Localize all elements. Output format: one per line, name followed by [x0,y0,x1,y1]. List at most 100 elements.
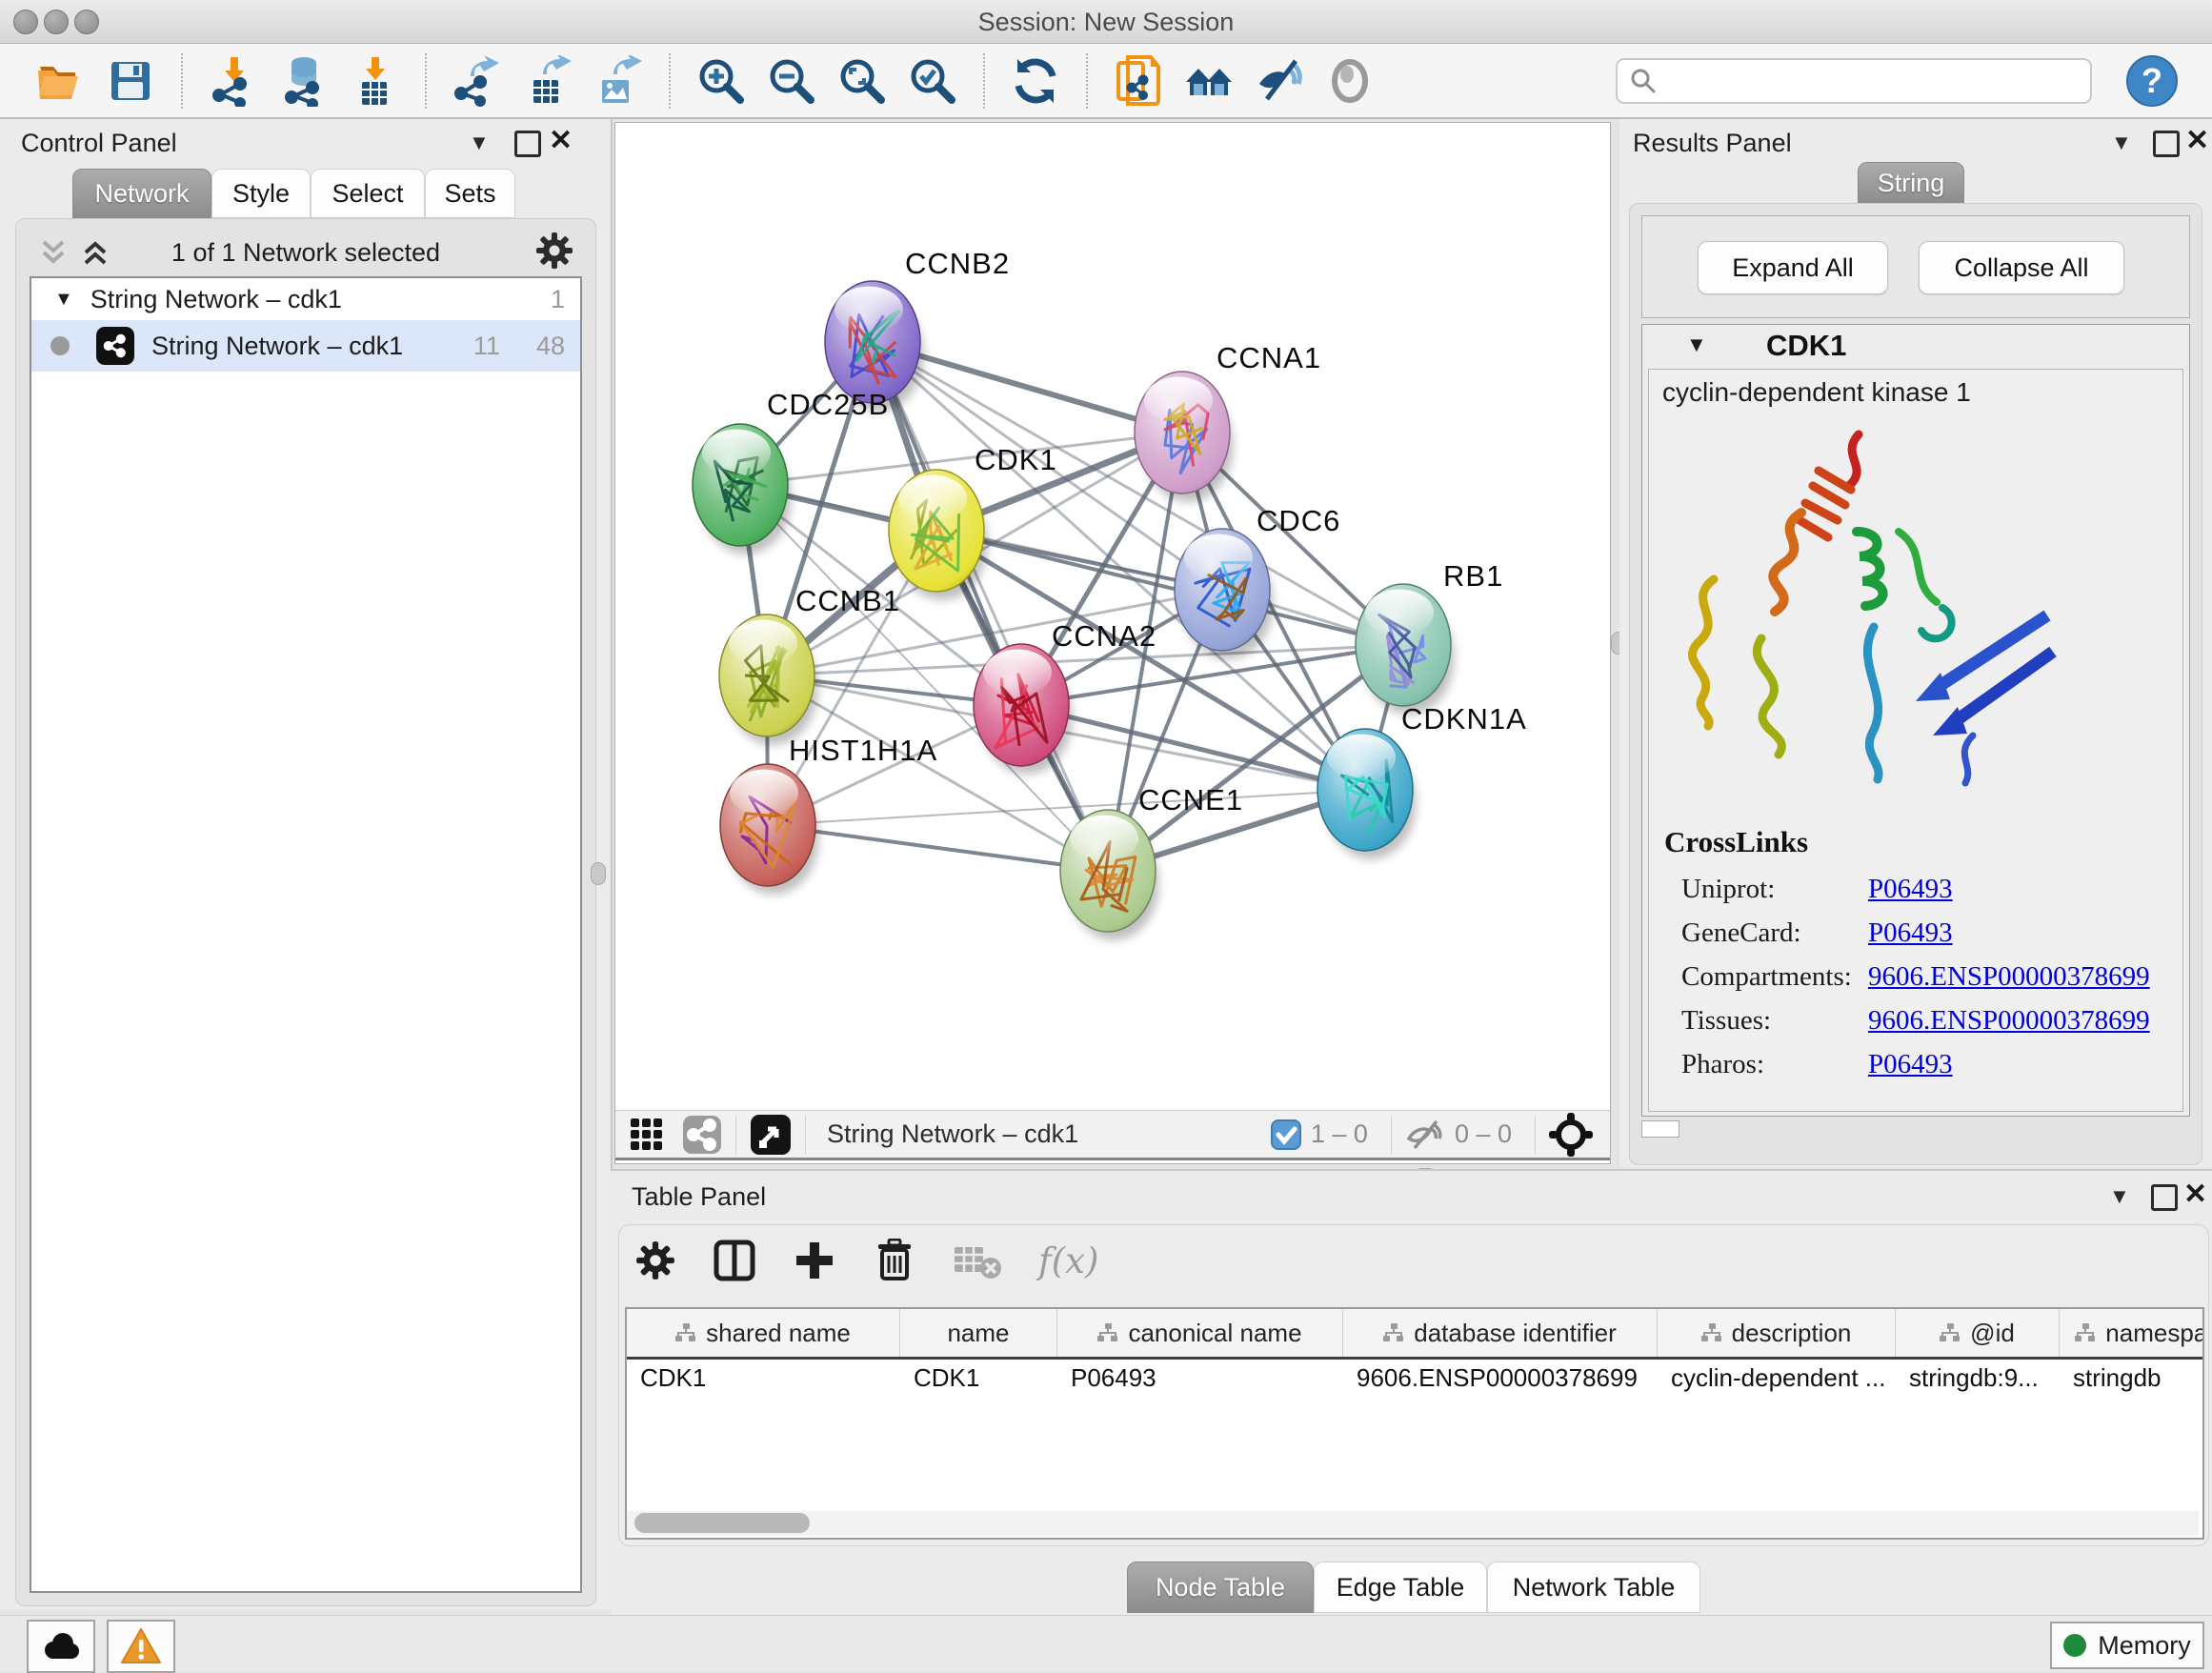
first-neighbors-icon[interactable] [1182,54,1236,108]
table-horizontal-scrollbar[interactable] [627,1511,2199,1536]
toolbar-separator [669,53,671,109]
node-CCNB1[interactable]: CCNB1 [719,584,900,745]
network-options-gear-icon[interactable] [534,231,574,271]
node-RB1[interactable]: RB1 [1356,559,1503,715]
delete-column-icon[interactable] [873,1239,916,1282]
table-panel-close-icon[interactable]: ✕ [2183,1184,2207,1205]
export-table-icon[interactable] [521,54,574,108]
entry-collapse-icon[interactable]: ▼ [1686,333,1707,357]
memory-button[interactable]: Memory [2050,1622,2204,1669]
crosslink-link[interactable]: 9606.ENSP00000378699 [1868,1005,2150,1037]
table-panel-float-icon[interactable] [2151,1184,2178,1211]
crosslink-link[interactable]: P06493 [1868,917,1953,949]
results-panel-close-icon[interactable]: ✕ [2185,131,2209,151]
edge-CDK1-RB1[interactable] [936,531,1403,645]
network-graph[interactable]: CCNB2CCNA1CDC25BCDK1CDC6RB1CCNB1CCNA2CDK… [615,123,1610,1109]
zoom-in-icon[interactable] [694,54,748,108]
network-canvas[interactable]: CCNB2CCNA1CDC25BCDK1CDC6RB1CCNB1CCNA2CDK… [614,122,1611,1164]
selected-checkbox-icon[interactable] [1271,1119,1301,1150]
edge-CCNB2-CCNE1[interactable] [873,342,1108,871]
control-panel-float-icon[interactable] [514,131,541,157]
control-panel-menu-icon[interactable]: ▼ [469,131,490,155]
crosslink-link[interactable]: 9606.ENSP00000378699 [1868,961,2150,993]
tree-expand-icon[interactable]: ▼ [54,289,73,311]
show-hide-graphics-details-icon[interactable] [1253,54,1306,108]
import-table-from-file-icon[interactable] [348,54,401,108]
edge-HIST1H1A-CCNE1[interactable] [768,825,1108,871]
column-header-shared-name[interactable]: shared name [627,1309,900,1357]
zoom-out-icon[interactable] [765,54,818,108]
crosslink-label: Compartments: [1662,961,1868,993]
tab-select[interactable]: Select [311,169,425,218]
network-share-view-icon[interactable] [682,1115,722,1155]
results-buttons-frame: Expand All Collapse All [1641,215,2190,318]
table-panel-menu-icon[interactable]: ▼ [2109,1184,2130,1209]
results-panel-float-icon[interactable] [2153,131,2180,157]
network-tree-root-row[interactable]: ▼ String Network – cdk1 1 [31,278,580,320]
network-collection-count: 1 [551,285,565,314]
results-scrollbar-corner[interactable] [1641,1120,1679,1138]
left-splitter-handle[interactable] [591,862,606,885]
column-header-database-identifier[interactable]: database identifier [1343,1309,1658,1357]
cell-canonical-name: P06493 [1057,1360,1343,1400]
network-type-icon [96,327,134,365]
level-of-detail-icon[interactable] [1323,54,1377,108]
tab-network[interactable]: Network [72,169,211,218]
network-tree-child-row[interactable]: String Network – cdk1 11 48 [31,320,580,372]
toolbar-separator [181,53,183,109]
zoom-selected-icon[interactable] [906,54,959,108]
function-builder-icon[interactable]: f(x) [1038,1240,1098,1281]
birds-eye-view-icon[interactable] [750,1114,792,1156]
table-panel: Table Panel ▼ ✕ f(x) shared namenamecano… [611,1169,2212,1617]
new-network-from-selection-icon[interactable] [1112,54,1165,108]
table-row[interactable]: CDK1CDK1P064939606.ENSP00000378699cyclin… [627,1360,2202,1400]
help-icon[interactable]: ? [2125,54,2179,108]
svg-text:?: ? [2142,61,2162,100]
save-session-icon[interactable] [104,54,157,108]
tab-style[interactable]: Style [211,169,311,218]
add-column-icon[interactable] [793,1239,836,1282]
toolbar-separator [983,53,985,109]
results-panel-menu-icon[interactable]: ▼ [2111,131,2132,155]
control-panel-close-icon[interactable]: ✕ [549,131,573,151]
export-network-icon[interactable] [451,54,504,108]
export-image-icon[interactable] [592,54,645,108]
crosslink-link[interactable]: P06493 [1868,874,1953,905]
cloud-icon [40,1631,82,1662]
hidden-eye-slash-icon[interactable] [1405,1118,1445,1152]
node-CDKN1A[interactable]: CDKN1A [1317,702,1527,859]
control-panel-title: Control Panel [21,129,177,158]
expand-all-button[interactable]: Expand All [1698,241,1888,294]
column-header-namespace[interactable]: namespace [2060,1309,2204,1357]
tab-network-table[interactable]: Network Table [1487,1562,1700,1613]
node-CCNB2[interactable]: CCNB2 [825,247,1010,412]
show-columns-icon[interactable] [713,1239,756,1282]
current-location-icon[interactable] [1549,1113,1593,1157]
column-header-name[interactable]: name [900,1309,1057,1357]
node-HIST1H1A[interactable]: HIST1H1A [720,734,937,895]
search-input[interactable] [1616,58,2092,104]
warning-button[interactable] [107,1620,175,1673]
tab-string[interactable]: String [1858,162,1964,204]
tab-sets[interactable]: Sets [425,169,515,218]
column-header-canonical-name[interactable]: canonical name [1057,1309,1343,1357]
tab-edge-table[interactable]: Edge Table [1314,1562,1487,1613]
refresh-view-icon[interactable] [1009,54,1062,108]
delete-table-icon[interactable] [953,1241,1002,1280]
table-header-row: shared namenamecanonical namedatabase id… [627,1309,2202,1360]
import-network-from-file-icon[interactable] [207,54,260,108]
column-header-description[interactable]: description [1658,1309,1896,1357]
table-settings-gear-icon[interactable] [634,1240,676,1281]
collapse-all-button[interactable]: Collapse All [1919,241,2124,294]
node-label-CDKN1A: CDKN1A [1401,702,1527,736]
tab-node-table[interactable]: Node Table [1127,1562,1314,1613]
grid-view-icon[interactable] [629,1117,665,1153]
crosslink-link[interactable]: P06493 [1868,1049,1953,1080]
column-header-@id[interactable]: @id [1896,1309,2060,1357]
network-edge-count: 48 [536,332,565,361]
zoom-fit-content-icon[interactable] [835,54,889,108]
import-network-from-database-icon[interactable] [277,54,331,108]
cloud-button[interactable] [27,1620,95,1673]
open-session-icon[interactable] [33,54,87,108]
scrollbar-thumb[interactable] [634,1513,810,1533]
